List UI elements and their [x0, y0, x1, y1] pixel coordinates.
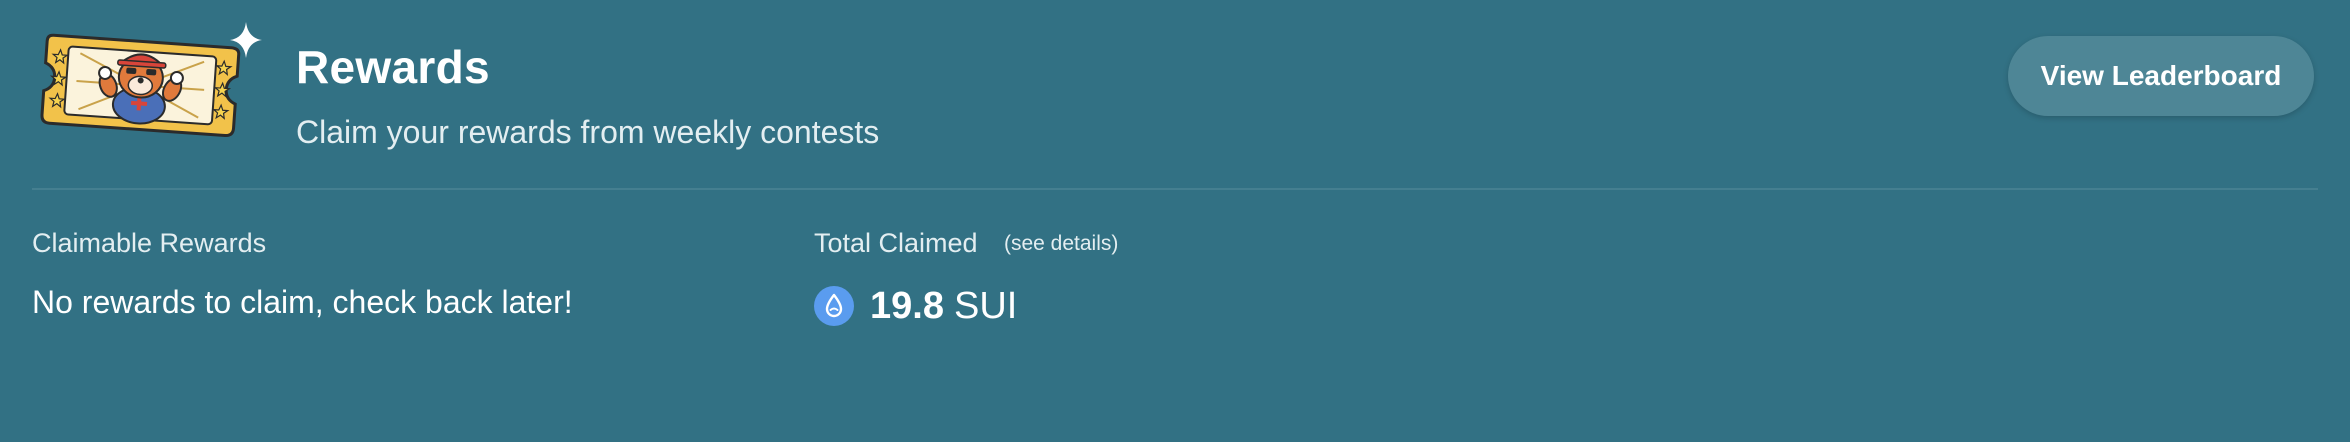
reward-ticket-icon	[40, 22, 262, 137]
page-title: Rewards	[296, 41, 490, 93]
sui-unit: SUI	[953, 284, 1018, 327]
sui-amount: 19.8	[870, 284, 944, 327]
section-divider	[32, 188, 2318, 190]
claimable-rewards-label: Claimable Rewards	[32, 228, 267, 258]
total-claimed-amount: 19.8 SUI	[814, 284, 1017, 328]
sui-drop-icon	[814, 286, 854, 326]
rewards-header: Rewards Claim your rewards from weekly c…	[0, 0, 2350, 189]
total-claimed-label: Total Claimed	[814, 228, 978, 258]
see-details-link[interactable]: (see details)	[1004, 232, 1118, 256]
claimable-rewards-value: No rewards to claim, check back later!	[32, 284, 573, 320]
view-leaderboard-button[interactable]: View Leaderboard	[2008, 36, 2314, 116]
page-subtitle: Claim your rewards from weekly contests	[296, 114, 880, 150]
